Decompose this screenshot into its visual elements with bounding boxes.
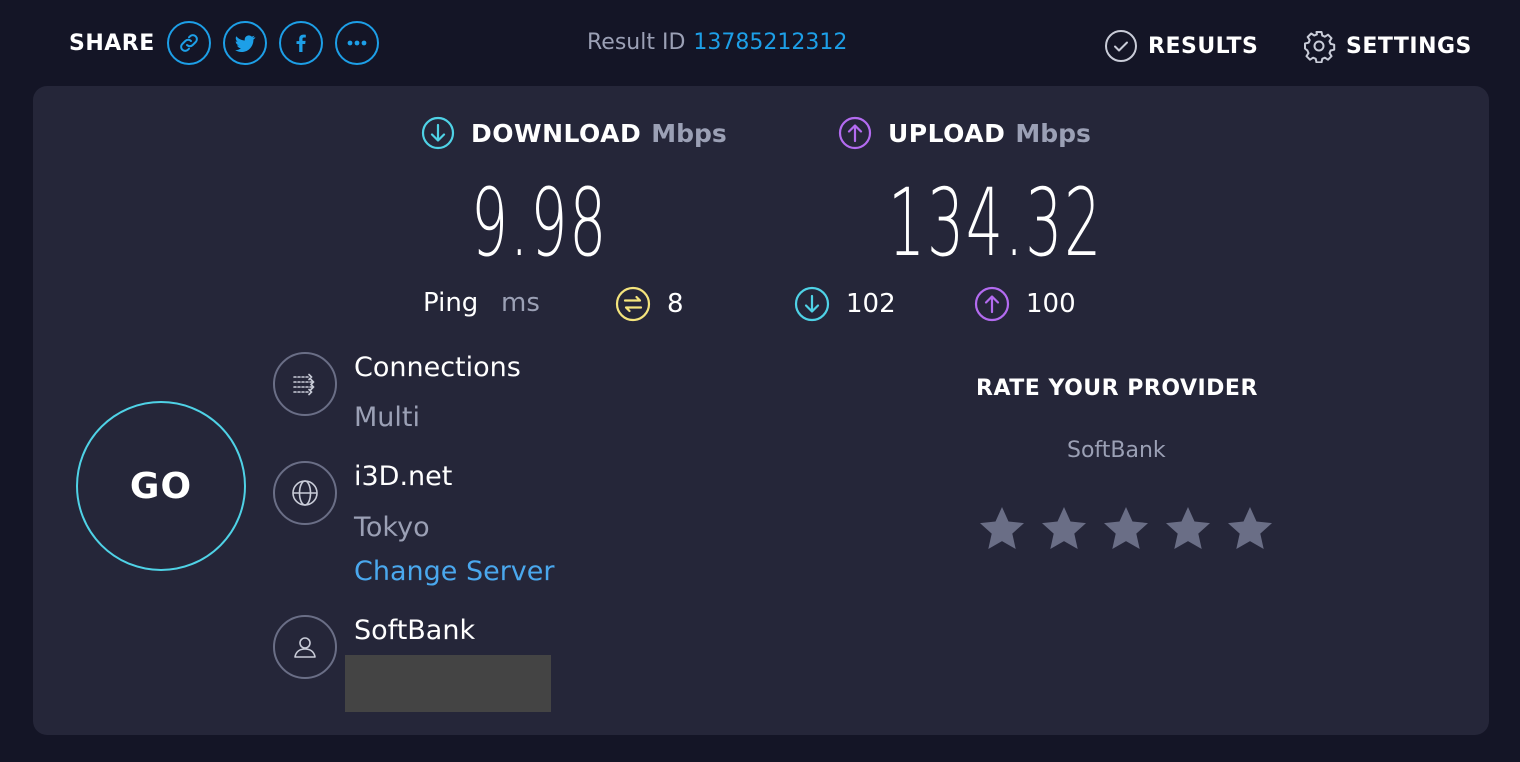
ping-upload-value: 100: [1026, 289, 1076, 319]
download-value: 9.98: [471, 169, 609, 278]
check-circle-icon: [1105, 30, 1137, 62]
go-label: GO: [129, 465, 193, 507]
download-unit: Mbps: [651, 118, 727, 148]
twitter-icon: [234, 35, 256, 52]
settings-button[interactable]: SETTINGS: [1302, 26, 1472, 66]
ping-idle: 8: [615, 284, 684, 324]
server-location: Tokyo: [354, 512, 430, 543]
share-facebook-button[interactable]: [278, 21, 323, 65]
ping-upload: 100: [974, 284, 1076, 324]
upload-value: 134.32: [888, 169, 1104, 278]
gear-icon: [1304, 31, 1336, 63]
ping-download: 102: [794, 284, 896, 324]
upload-arrow-icon: [838, 116, 872, 150]
upload-title: UPLOAD: [888, 118, 1006, 148]
star-5-icon[interactable]: [1225, 504, 1275, 554]
result-id: Result ID 13785212312: [587, 30, 847, 55]
top-bar: SHARE Result ID 13785212312 RESULTS SETT…: [0, 0, 1520, 86]
rate-provider-title: RATE YOUR PROVIDER: [976, 376, 1258, 401]
download-arrow-icon: [421, 116, 455, 150]
server-icon: [273, 461, 337, 525]
ping-download-value: 102: [846, 289, 896, 319]
more-icon: [347, 40, 367, 46]
rate-provider-name: SoftBank: [1067, 438, 1166, 463]
rating-stars: [977, 504, 1287, 554]
download-title: DOWNLOAD: [471, 118, 642, 148]
upload-header: UPLOAD Mbps: [838, 113, 1091, 153]
ping-row: Ping ms 8 102 100: [423, 284, 1123, 324]
upload-unit: Mbps: [1015, 118, 1091, 148]
link-icon: [179, 34, 198, 52]
download-header: DOWNLOAD Mbps: [421, 113, 727, 153]
share-more-button[interactable]: [334, 21, 379, 65]
upload-metric: UPLOAD Mbps 134.32: [838, 113, 1101, 271]
multi-connection-icon: [293, 373, 315, 396]
results-button[interactable]: RESULTS: [1104, 26, 1258, 66]
change-server-link[interactable]: Change Server: [354, 556, 555, 587]
connections-value: Multi: [354, 402, 420, 433]
globe-icon: [292, 480, 318, 506]
share-bar: SHARE: [69, 18, 391, 68]
star-4-icon[interactable]: [1163, 504, 1213, 554]
share-label: SHARE: [69, 30, 155, 56]
result-panel: DOWNLOAD Mbps 9.98 UPLOAD Mbps 134.32 Pi…: [33, 86, 1489, 735]
provider-icon: [273, 615, 337, 679]
result-id-value[interactable]: 13785212312: [693, 30, 847, 55]
ping-unit: ms: [501, 288, 540, 318]
ping-idle-value: 8: [667, 289, 684, 319]
result-id-label: Result ID: [587, 30, 686, 55]
share-twitter-button[interactable]: [222, 21, 267, 65]
ping-label: Ping: [423, 288, 479, 318]
facebook-icon: [296, 34, 306, 52]
user-icon: [294, 637, 316, 658]
star-1-icon[interactable]: [977, 504, 1027, 554]
download-metric: DOWNLOAD Mbps 9.98: [421, 113, 727, 271]
star-3-icon[interactable]: [1101, 504, 1151, 554]
settings-label: SETTINGS: [1346, 33, 1472, 59]
results-label: RESULTS: [1148, 33, 1259, 59]
upload-latency-icon: [974, 286, 1010, 322]
go-button[interactable]: GO: [76, 401, 246, 571]
provider-name: SoftBank: [354, 615, 476, 646]
connections-icon: [273, 352, 337, 416]
idle-latency-icon: [615, 286, 651, 322]
share-link-button[interactable]: [166, 21, 211, 65]
server-name: i3D.net: [354, 461, 453, 492]
redacted-block: [345, 655, 551, 712]
star-2-icon[interactable]: [1039, 504, 1089, 554]
download-latency-icon: [794, 286, 830, 322]
connections-title: Connections: [354, 352, 521, 383]
